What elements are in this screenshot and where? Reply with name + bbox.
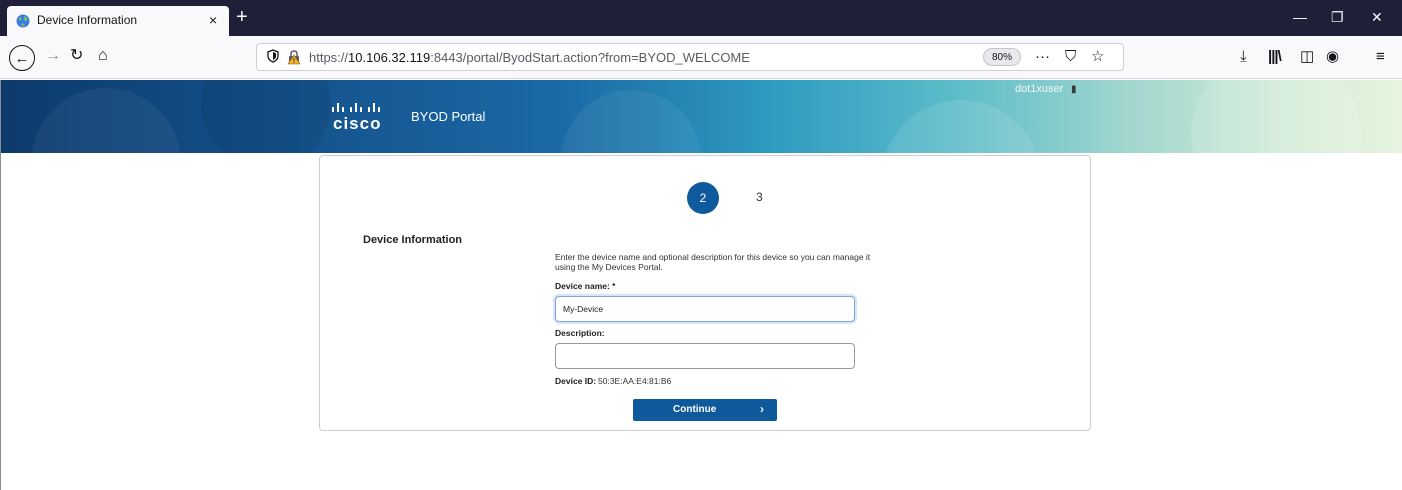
address-bar[interactable]: https://10.106.32.119:8443/portal/ByodSt… xyxy=(256,43,1124,71)
portal-title: BYOD Portal xyxy=(411,109,486,124)
navigation-toolbar: ← → ↻ ⌂ https://10.106.32.119:8443/porta… xyxy=(0,36,1402,79)
cisco-logo: cisco xyxy=(329,100,399,133)
lock-warning-icon[interactable] xyxy=(287,49,301,65)
banner-decoration xyxy=(31,88,181,153)
home-icon[interactable]: ⌂ xyxy=(98,45,108,67)
step-indicator-next: 3 xyxy=(756,190,763,204)
new-tab-icon[interactable]: + xyxy=(236,6,248,28)
cisco-wordmark: cisco xyxy=(333,114,382,133)
restore-icon[interactable]: ❐ xyxy=(1331,8,1344,26)
banner-decoration xyxy=(201,80,331,153)
zoom-level-badge[interactable]: 80% xyxy=(983,48,1021,66)
description-input[interactable] xyxy=(555,343,855,369)
reload-icon[interactable]: ↻ xyxy=(70,45,83,67)
url-text[interactable]: https://10.106.32.119:8443/portal/ByodSt… xyxy=(309,50,750,65)
browser-tab[interactable]: Device Information × xyxy=(7,6,229,36)
chevron-right-icon: › xyxy=(760,402,764,416)
device-information-card: 2 3 Device Information Enter the device … xyxy=(319,155,1091,431)
tracking-shield-icon[interactable] xyxy=(267,49,279,63)
user-menu[interactable]: dot1xuser xyxy=(1015,83,1063,95)
pocket-icon[interactable]: ⛉ xyxy=(1065,47,1076,67)
hamburger-menu-icon[interactable]: ≡ xyxy=(1376,46,1385,68)
browser-tab-strip: Device Information × + — ❐ ✕ xyxy=(0,0,1402,36)
banner-decoration xyxy=(1191,80,1361,153)
tab-title: Device Information xyxy=(37,13,138,27)
account-icon[interactable]: ◉ xyxy=(1326,46,1339,68)
forward-arrow-icon[interactable]: → xyxy=(45,45,61,67)
banner-decoration xyxy=(881,100,1041,153)
page-viewport: cisco BYOD Portal dot1xuser ▮ 2 3 Device… xyxy=(0,80,1402,490)
portal-header-banner: cisco BYOD Portal dot1xuser ▮ xyxy=(1,80,1402,153)
step-indicator-current: 2 xyxy=(687,182,719,214)
banner-decoration xyxy=(561,90,701,153)
section-heading: Device Information xyxy=(363,234,463,246)
globe-icon xyxy=(16,14,30,28)
device-name-input[interactable] xyxy=(555,296,855,322)
instructions-text: Enter the device name and optional descr… xyxy=(555,252,871,272)
download-icon[interactable]: ⤓ xyxy=(1240,46,1247,68)
description-label: Description: xyxy=(555,328,605,338)
star-icon[interactable]: ☆ xyxy=(1091,47,1104,67)
continue-button[interactable]: Continue › xyxy=(633,399,777,421)
library-icon[interactable]: |||\ xyxy=(1268,46,1282,68)
device-name-label: Device name: * xyxy=(555,281,616,291)
close-window-icon[interactable]: ✕ xyxy=(1371,8,1383,26)
device-id-value: 50:3E:AA:E4:81:B6 xyxy=(598,376,672,386)
user-menu-caret-icon[interactable]: ▮ xyxy=(1071,84,1077,95)
tab-close-icon[interactable]: × xyxy=(209,11,217,29)
sidebar-icon[interactable]: ◫ xyxy=(1300,46,1314,68)
continue-button-label: Continue xyxy=(673,404,717,415)
device-id-label: Device ID: xyxy=(555,376,597,386)
minimize-icon[interactable]: — xyxy=(1293,8,1307,26)
back-arrow-icon[interactable]: ← xyxy=(9,45,35,71)
ellipsis-icon[interactable]: ··· xyxy=(1035,47,1050,67)
